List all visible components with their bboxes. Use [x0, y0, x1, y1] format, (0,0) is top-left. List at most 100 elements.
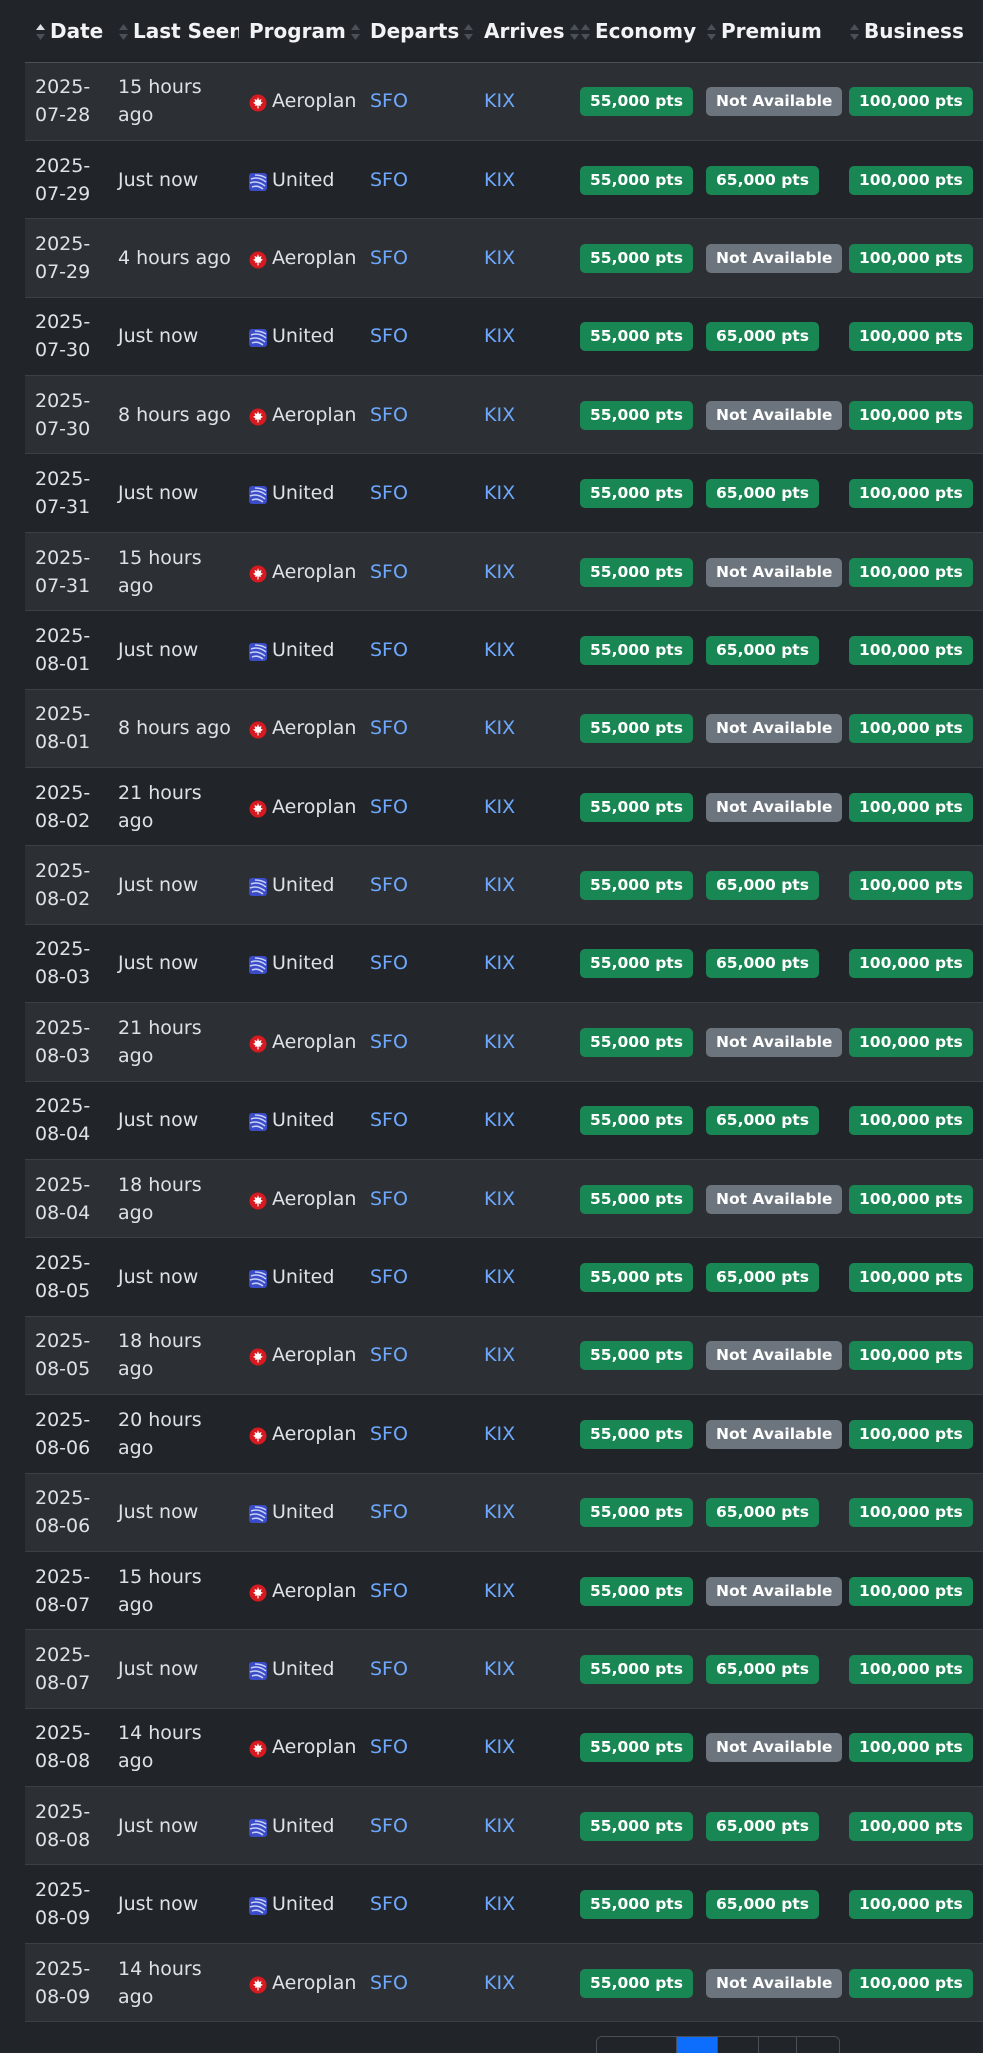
- business-badge[interactable]: 100,000 pts: [849, 1811, 973, 1841]
- arrives-link[interactable]: KIX: [484, 1188, 515, 1210]
- pagination-page[interactable]: [718, 2037, 759, 2053]
- arrives-cell[interactable]: KIX: [474, 62, 580, 140]
- arrives-link[interactable]: KIX: [484, 1658, 515, 1680]
- departs-cell[interactable]: SFO: [360, 454, 474, 532]
- arrives-cell[interactable]: KIX: [474, 1943, 580, 2021]
- arrives-cell[interactable]: KIX: [474, 1159, 580, 1237]
- business-badge[interactable]: 100,000 pts: [849, 1419, 973, 1449]
- table-row[interactable]: 2025- 07-30 Just now United SFO KIX 55,000 pt…: [25, 297, 983, 376]
- premium-badge[interactable]: 65,000 pts: [706, 949, 819, 979]
- departs-link[interactable]: SFO: [370, 1893, 408, 1915]
- arrives-link[interactable]: KIX: [484, 1736, 515, 1758]
- departs-link[interactable]: SFO: [370, 1109, 408, 1131]
- business-badge[interactable]: 100,000 pts: [849, 557, 973, 587]
- table-row[interactable]: 2025- 07-29 Just now United SFO KIX 55,000 pt…: [25, 140, 983, 219]
- table-row[interactable]: 2025- 08-03 Just now United SFO KIX 55,000 pt…: [25, 924, 983, 1003]
- premium-badge[interactable]: Not Available: [706, 714, 843, 744]
- departs-link[interactable]: SFO: [370, 1344, 408, 1366]
- column-header-last-seen[interactable]: Last Seen: [108, 0, 239, 63]
- arrives-link[interactable]: KIX: [484, 1423, 515, 1445]
- business-badge[interactable]: 100,000 pts: [849, 1027, 973, 1057]
- arrives-cell[interactable]: KIX: [474, 140, 580, 218]
- economy-badge[interactable]: 55,000 pts: [580, 243, 693, 273]
- arrives-cell[interactable]: KIX: [474, 1395, 580, 1473]
- departs-cell[interactable]: SFO: [360, 1081, 474, 1159]
- arrives-link[interactable]: KIX: [484, 90, 515, 112]
- departs-link[interactable]: SFO: [370, 561, 408, 583]
- economy-badge[interactable]: 55,000 pts: [580, 165, 693, 195]
- departs-link[interactable]: SFO: [370, 90, 408, 112]
- table-row[interactable]: 2025- 07-31 15 hours ago Aeroplan SFO KIX 55,…: [25, 532, 983, 611]
- business-badge[interactable]: 100,000 pts: [849, 714, 973, 744]
- business-badge[interactable]: 100,000 pts: [849, 1341, 973, 1371]
- column-header-program[interactable]: Program: [239, 0, 360, 63]
- table-row[interactable]: 2025- 08-05 18 hours ago Aeroplan SFO KIX 55,…: [25, 1316, 983, 1395]
- table-row[interactable]: 2025- 07-31 Just now United SFO KIX 55,000 pt…: [25, 453, 983, 533]
- table-row[interactable]: 2025- 07-30 8 hours ago Aeroplan SFO KIX 55,0…: [25, 375, 983, 454]
- arrives-cell[interactable]: KIX: [474, 219, 580, 297]
- pagination-next[interactable]: [797, 2037, 839, 2053]
- economy-badge[interactable]: 55,000 pts: [580, 1106, 693, 1136]
- arrives-link[interactable]: KIX: [484, 1580, 515, 1602]
- arrives-cell[interactable]: KIX: [474, 1003, 580, 1081]
- departs-link[interactable]: SFO: [370, 1188, 408, 1210]
- departs-cell[interactable]: SFO: [360, 1395, 474, 1473]
- arrives-cell[interactable]: KIX: [474, 689, 580, 767]
- business-badge[interactable]: 100,000 pts: [849, 165, 973, 195]
- departs-link[interactable]: SFO: [370, 796, 408, 818]
- table-row[interactable]: 2025- 08-02 21 hours ago Aeroplan SFO KIX 55,…: [25, 767, 983, 846]
- departs-cell[interactable]: SFO: [360, 532, 474, 610]
- economy-badge[interactable]: 55,000 pts: [580, 322, 693, 352]
- premium-badge[interactable]: Not Available: [706, 1576, 843, 1606]
- departs-link[interactable]: SFO: [370, 247, 408, 269]
- arrives-cell[interactable]: KIX: [474, 611, 580, 689]
- departs-link[interactable]: SFO: [370, 482, 408, 504]
- departs-link[interactable]: SFO: [370, 1580, 408, 1602]
- arrives-cell[interactable]: KIX: [474, 297, 580, 375]
- premium-badge[interactable]: 65,000 pts: [706, 165, 819, 195]
- table-row[interactable]: 2025- 08-01 Just now United SFO KIX 55,000 pt…: [25, 610, 983, 690]
- arrives-link[interactable]: KIX: [484, 1344, 515, 1366]
- departs-cell[interactable]: SFO: [360, 140, 474, 218]
- business-badge[interactable]: 100,000 pts: [849, 1968, 973, 1998]
- economy-badge[interactable]: 55,000 pts: [580, 1968, 693, 1998]
- departs-cell[interactable]: SFO: [360, 1003, 474, 1081]
- premium-badge[interactable]: Not Available: [706, 557, 843, 587]
- premium-badge[interactable]: Not Available: [706, 243, 843, 273]
- business-badge[interactable]: 100,000 pts: [849, 1733, 973, 1763]
- departs-cell[interactable]: SFO: [360, 846, 474, 924]
- economy-badge[interactable]: 55,000 pts: [580, 635, 693, 665]
- economy-badge[interactable]: 55,000 pts: [580, 1733, 693, 1763]
- arrives-link[interactable]: KIX: [484, 1266, 515, 1288]
- business-badge[interactable]: 100,000 pts: [849, 1576, 973, 1606]
- economy-badge[interactable]: 55,000 pts: [580, 1184, 693, 1214]
- arrives-link[interactable]: KIX: [484, 796, 515, 818]
- departs-cell[interactable]: SFO: [360, 1787, 474, 1865]
- pagination-previous[interactable]: [597, 2037, 677, 2053]
- departs-link[interactable]: SFO: [370, 1266, 408, 1288]
- economy-badge[interactable]: 55,000 pts: [580, 1576, 693, 1606]
- column-header-premium[interactable]: Premium: [706, 0, 849, 63]
- business-badge[interactable]: 100,000 pts: [849, 1498, 973, 1528]
- business-badge[interactable]: 100,000 pts: [849, 871, 973, 901]
- departs-link[interactable]: SFO: [370, 1501, 408, 1523]
- arrives-cell[interactable]: KIX: [474, 846, 580, 924]
- arrives-cell[interactable]: KIX: [474, 1081, 580, 1159]
- departs-link[interactable]: SFO: [370, 169, 408, 191]
- arrives-link[interactable]: KIX: [484, 247, 515, 269]
- premium-badge[interactable]: Not Available: [706, 1419, 843, 1449]
- column-header-date[interactable]: Date: [25, 0, 108, 63]
- premium-badge[interactable]: Not Available: [706, 1968, 843, 1998]
- business-badge[interactable]: 100,000 pts: [849, 1263, 973, 1293]
- column-header-business[interactable]: Business: [849, 0, 983, 63]
- departs-cell[interactable]: SFO: [360, 1473, 474, 1551]
- premium-badge[interactable]: Not Available: [706, 792, 843, 822]
- arrives-link[interactable]: KIX: [484, 874, 515, 896]
- economy-badge[interactable]: 55,000 pts: [580, 87, 693, 117]
- departs-cell[interactable]: SFO: [360, 924, 474, 1002]
- table-row[interactable]: 2025- 07-28 15 hours ago Aeroplan SFO KIX 55,…: [25, 62, 983, 141]
- departs-cell[interactable]: SFO: [360, 376, 474, 454]
- pagination-page[interactable]: [759, 2037, 797, 2053]
- arrives-link[interactable]: KIX: [484, 482, 515, 504]
- economy-badge[interactable]: 55,000 pts: [580, 400, 693, 430]
